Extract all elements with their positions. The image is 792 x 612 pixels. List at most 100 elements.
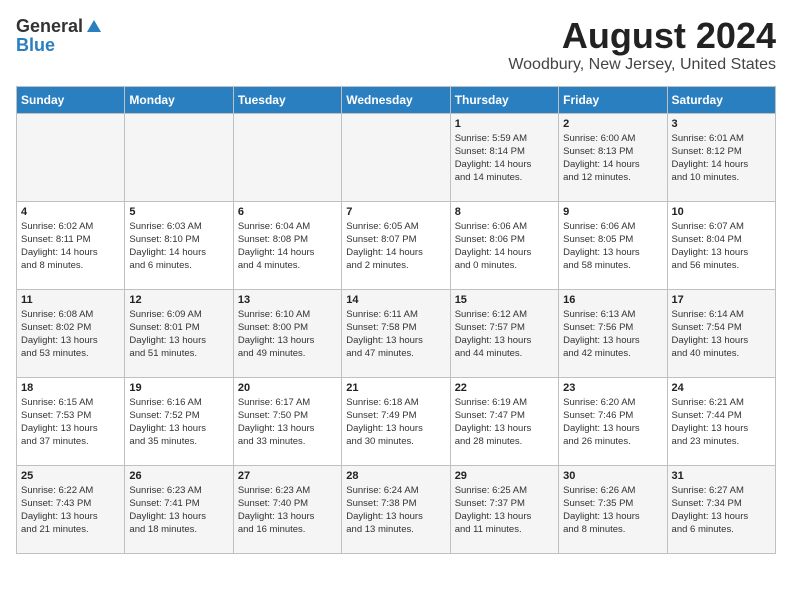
week-row-5: 25Sunrise: 6:22 AM Sunset: 7:43 PM Dayli… [17, 465, 776, 553]
day-number: 29 [455, 470, 554, 482]
header-day-monday: Monday [125, 86, 233, 113]
day-number: 12 [129, 294, 228, 306]
location-title: Woodbury, New Jersey, United States [508, 56, 776, 74]
day-number: 7 [346, 206, 445, 218]
day-info: Sunrise: 6:04 AM Sunset: 8:08 PM Dayligh… [238, 220, 337, 273]
day-number: 19 [129, 382, 228, 394]
day-info: Sunrise: 6:23 AM Sunset: 7:41 PM Dayligh… [129, 484, 228, 537]
calendar-cell: 12 Sunrise: 6:09 AM Sunset: 8:01 PM Dayli… [125, 289, 233, 377]
day-info: Sunrise: 6:03 AM Sunset: 8:10 PM Dayligh… [129, 220, 228, 273]
calendar-cell [233, 113, 341, 201]
day-number: 30 [563, 470, 662, 482]
header-day-tuesday: Tuesday [233, 86, 341, 113]
calendar-cell: 22Sunrise: 6:19 AM Sunset: 7:47 PM Dayli… [450, 377, 558, 465]
day-number: 31 [672, 470, 771, 482]
calendar-cell: 14 Sunrise: 6:11 AM Sunset: 7:58 PM Dayli… [342, 289, 450, 377]
header-day-saturday: Saturday [667, 86, 775, 113]
day-number: 28 [346, 470, 445, 482]
day-info: Sunrise: 6:18 AM Sunset: 7:49 PM Dayligh… [346, 396, 445, 449]
calendar-cell [342, 113, 450, 201]
day-number: 27 [238, 470, 337, 482]
header-day-friday: Friday [559, 86, 667, 113]
calendar-cell: 10 Sunrise: 6:07 AM Sunset: 8:04 PM Dayli… [667, 201, 775, 289]
day-info: Sunrise: 6:15 AM Sunset: 7:53 PM Dayligh… [21, 396, 120, 449]
week-row-2: 4 Sunrise: 6:02 AM Sunset: 8:11 PM Daylig… [17, 201, 776, 289]
day-info: Sunrise: 6:09 AM Sunset: 8:01 PM Dayligh… [129, 308, 228, 361]
calendar-cell: 30 Sunrise: 6:26 AM Sunset: 7:35 PM Dayli… [559, 465, 667, 553]
calendar-cell: 27 Sunrise: 6:23 AM Sunset: 7:40 PM Dayli… [233, 465, 341, 553]
day-info: Sunrise: 6:10 AM Sunset: 8:00 PM Dayligh… [238, 308, 337, 361]
calendar-cell: 17 Sunrise: 6:14 AM Sunset: 7:54 PM Dayli… [667, 289, 775, 377]
logo-blue-text: Blue [16, 35, 55, 56]
month-title: August 2024 [508, 16, 776, 56]
day-info: Sunrise: 6:12 AM Sunset: 7:57 PM Dayligh… [455, 308, 554, 361]
day-number: 8 [455, 206, 554, 218]
logo-icon [85, 18, 103, 36]
day-info: Sunrise: 6:20 AM Sunset: 7:46 PM Dayligh… [563, 396, 662, 449]
calendar-cell: 24Sunrise: 6:21 AM Sunset: 7:44 PM Dayli… [667, 377, 775, 465]
calendar-cell [125, 113, 233, 201]
header-day-wednesday: Wednesday [342, 86, 450, 113]
day-info: Sunrise: 5:59 AM Sunset: 8:14 PM Dayligh… [455, 132, 554, 185]
day-number: 9 [563, 206, 662, 218]
calendar-cell: 21Sunrise: 6:18 AM Sunset: 7:49 PM Dayli… [342, 377, 450, 465]
day-info: Sunrise: 6:26 AM Sunset: 7:35 PM Dayligh… [563, 484, 662, 537]
day-number: 2 [563, 118, 662, 130]
day-number: 4 [21, 206, 120, 218]
day-number: 23 [563, 382, 662, 394]
calendar-cell: 2 Sunrise: 6:00 AM Sunset: 8:13 PM Daylig… [559, 113, 667, 201]
week-row-4: 18 Sunrise: 6:15 AM Sunset: 7:53 PM Dayli… [17, 377, 776, 465]
calendar-cell: 4 Sunrise: 6:02 AM Sunset: 8:11 PM Daylig… [17, 201, 125, 289]
calendar-cell: 6Sunrise: 6:04 AM Sunset: 8:08 PM Daylig… [233, 201, 341, 289]
calendar-cell: 29 Sunrise: 6:25 AM Sunset: 7:37 PM Dayli… [450, 465, 558, 553]
calendar-cell: 7 Sunrise: 6:05 AM Sunset: 8:07 PM Daylig… [342, 201, 450, 289]
day-info: Sunrise: 6:16 AM Sunset: 7:52 PM Dayligh… [129, 396, 228, 449]
day-info: Sunrise: 6:07 AM Sunset: 8:04 PM Dayligh… [672, 220, 771, 273]
day-number: 11 [21, 294, 120, 306]
day-info: Sunrise: 6:23 AM Sunset: 7:40 PM Dayligh… [238, 484, 337, 537]
calendar-cell: 23 Sunrise: 6:20 AM Sunset: 7:46 PM Dayli… [559, 377, 667, 465]
day-info: Sunrise: 6:13 AM Sunset: 7:56 PM Dayligh… [563, 308, 662, 361]
day-info: Sunrise: 6:02 AM Sunset: 8:11 PM Dayligh… [21, 220, 120, 273]
day-info: Sunrise: 6:01 AM Sunset: 8:12 PM Dayligh… [672, 132, 771, 185]
calendar-cell [17, 113, 125, 201]
day-info: Sunrise: 6:05 AM Sunset: 8:07 PM Dayligh… [346, 220, 445, 273]
day-info: Sunrise: 6:00 AM Sunset: 8:13 PM Dayligh… [563, 132, 662, 185]
day-info: Sunrise: 6:24 AM Sunset: 7:38 PM Dayligh… [346, 484, 445, 537]
day-info: Sunrise: 6:06 AM Sunset: 8:05 PM Dayligh… [563, 220, 662, 273]
day-info: Sunrise: 6:27 AM Sunset: 7:34 PM Dayligh… [672, 484, 771, 537]
day-number: 1 [455, 118, 554, 130]
calendar-cell: 25Sunrise: 6:22 AM Sunset: 7:43 PM Dayli… [17, 465, 125, 553]
logo-general-text: General [16, 16, 83, 37]
calendar-cell: 16 Sunrise: 6:13 AM Sunset: 7:56 PM Dayli… [559, 289, 667, 377]
day-info: Sunrise: 6:08 AM Sunset: 8:02 PM Dayligh… [21, 308, 120, 361]
calendar-cell: 11 Sunrise: 6:08 AM Sunset: 8:02 PM Dayli… [17, 289, 125, 377]
day-info: Sunrise: 6:25 AM Sunset: 7:37 PM Dayligh… [455, 484, 554, 537]
calendar-cell: 5 Sunrise: 6:03 AM Sunset: 8:10 PM Daylig… [125, 201, 233, 289]
day-number: 18 [21, 382, 120, 394]
day-number: 5 [129, 206, 228, 218]
day-info: Sunrise: 6:19 AM Sunset: 7:47 PM Dayligh… [455, 396, 554, 449]
page-header: General Blue August 2024 Woodbury, New J… [16, 16, 776, 74]
day-info: Sunrise: 6:17 AM Sunset: 7:50 PM Dayligh… [238, 396, 337, 449]
day-number: 25 [21, 470, 120, 482]
calendar-table: SundayMondayTuesdayWednesdayThursdayFrid… [16, 86, 776, 554]
calendar-cell: 1 Sunrise: 5:59 AM Sunset: 8:14 PM Daylig… [450, 113, 558, 201]
day-number: 3 [672, 118, 771, 130]
day-number: 17 [672, 294, 771, 306]
calendar-cell: 18 Sunrise: 6:15 AM Sunset: 7:53 PM Dayli… [17, 377, 125, 465]
day-info: Sunrise: 6:21 AM Sunset: 7:44 PM Dayligh… [672, 396, 771, 449]
header-day-thursday: Thursday [450, 86, 558, 113]
day-number: 16 [563, 294, 662, 306]
day-info: Sunrise: 6:11 AM Sunset: 7:58 PM Dayligh… [346, 308, 445, 361]
calendar-cell: 3 Sunrise: 6:01 AM Sunset: 8:12 PM Daylig… [667, 113, 775, 201]
calendar-cell: 31 Sunrise: 6:27 AM Sunset: 7:34 PM Dayli… [667, 465, 775, 553]
day-number: 14 [346, 294, 445, 306]
day-info: Sunrise: 6:14 AM Sunset: 7:54 PM Dayligh… [672, 308, 771, 361]
day-number: 10 [672, 206, 771, 218]
calendar-cell: 13 Sunrise: 6:10 AM Sunset: 8:00 PM Dayli… [233, 289, 341, 377]
day-number: 13 [238, 294, 337, 306]
calendar-cell: 19 Sunrise: 6:16 AM Sunset: 7:52 PM Dayli… [125, 377, 233, 465]
day-number: 26 [129, 470, 228, 482]
calendar-cell: 26 Sunrise: 6:23 AM Sunset: 7:41 PM Dayli… [125, 465, 233, 553]
